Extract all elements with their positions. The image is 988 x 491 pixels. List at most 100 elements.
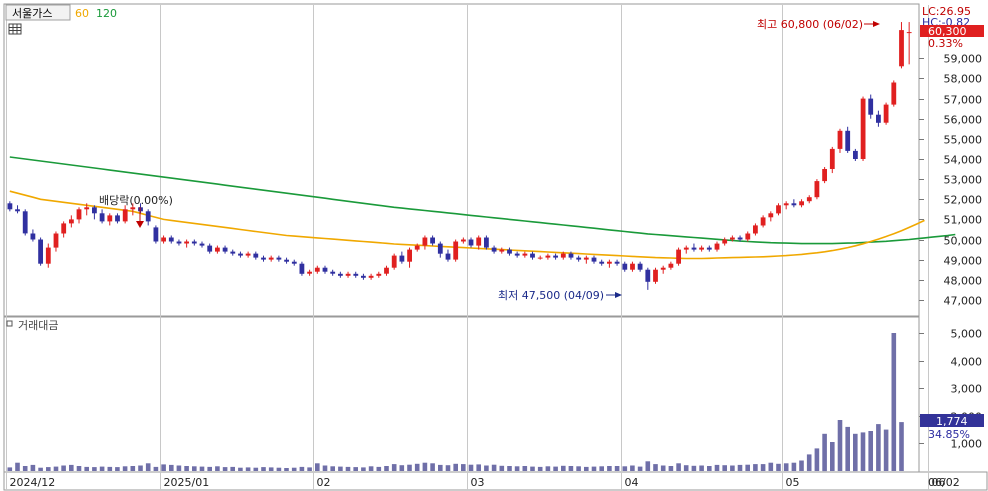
candle-body [376,273,382,276]
volume-bar [299,466,305,471]
candle-body [491,247,497,252]
candle-body [453,241,459,260]
volume-bar [630,465,635,471]
volume-bar [76,466,82,471]
volume-bar [284,468,289,471]
candle-body [437,243,443,254]
candle-body [860,98,866,159]
volume-bar [15,462,20,471]
candle-body [391,255,397,268]
volume-bar [722,465,727,471]
volume-pct: 34.85% [928,428,970,441]
grid-table-icon[interactable] [8,23,22,35]
volume-bar [814,448,820,471]
volume-bar [107,466,113,471]
volume-bar [399,465,405,471]
price-tick-label: 58,000 [944,73,983,86]
volume-bar [414,463,420,471]
volume-bar [184,466,189,471]
volume-bar [315,463,320,471]
date-tick-label: 02 [317,476,331,489]
volume-bar [760,464,766,471]
candle-body [168,237,174,242]
volume-bar [614,466,620,471]
date-tick-label: 2024/12 [10,476,56,489]
volume-bar [61,465,66,471]
candle-body [499,249,505,252]
volume-bar [822,433,827,472]
candle-body [107,215,113,222]
candle-body [891,82,897,105]
volume-bar [99,466,105,471]
volume-bar [38,467,43,471]
ma60-legend: 60 [75,7,89,20]
volume-bar [806,454,812,471]
candle-body [153,227,159,242]
volume-bar [222,467,228,471]
candle-body [245,253,251,256]
volume-bar [622,466,628,471]
candle-body [299,263,305,274]
candle-body [545,255,551,258]
price-tick-label: 56,000 [944,114,983,127]
candle-body [384,267,389,274]
candle-body [99,213,105,222]
candle-body [268,257,274,260]
candle-body [653,269,658,282]
change-pct: 0.33% [928,37,963,50]
candle-body [676,249,681,264]
volume-bar [507,466,512,471]
volume-bar [599,466,604,471]
candle-body [368,275,374,278]
candle-body [622,263,628,270]
candle-body [899,30,904,67]
volume-bar [699,465,704,471]
volume-bar [868,431,873,471]
candle-body [630,263,635,270]
candle-body [230,251,236,254]
volume-bar [768,462,774,471]
candle-body [537,257,543,259]
candle-body [876,114,881,123]
candle-body [691,247,697,250]
candle-body [115,215,120,222]
candle-body [53,233,59,248]
candle-body [637,263,643,270]
candle-body [276,257,282,260]
candle-body [345,273,351,276]
price-tick-label: 55,000 [944,134,983,147]
volume-bar [115,467,120,471]
candle-body [683,247,689,250]
candle-body [414,245,420,250]
candle-body [806,197,812,202]
volume-bar [776,463,781,471]
volume-bar [891,333,897,471]
candle-body [614,261,620,264]
volume-bar [899,422,904,471]
candle-body [238,253,243,256]
date-tick-label: 05 [786,476,800,489]
price-tick-label: 47,000 [944,295,983,308]
candle-body [76,209,82,220]
volume-bar [384,466,389,471]
volume-bar [84,466,89,471]
candle-body [753,225,758,234]
price-tick-label: 53,000 [944,174,983,187]
price-tick-label: 51,000 [944,214,983,227]
volume-bar [245,467,251,471]
volume-bar [192,466,197,471]
volume-bar [176,465,182,471]
volume-bar [607,466,612,471]
candle-body [468,239,474,246]
volume-badge: 1,774 [936,415,968,428]
candle-body [191,241,197,244]
volume-bar [545,466,551,471]
volume-bar [530,466,535,471]
volume-bar [561,465,566,471]
candle-body [15,209,20,212]
volume-bar [238,467,243,471]
date-tick-label: 06/02 [928,476,960,489]
stock-name: 서울가스 [12,7,52,20]
low-annotation: 최저 47,500 (04/09) [498,289,604,302]
candle-body [261,257,266,260]
